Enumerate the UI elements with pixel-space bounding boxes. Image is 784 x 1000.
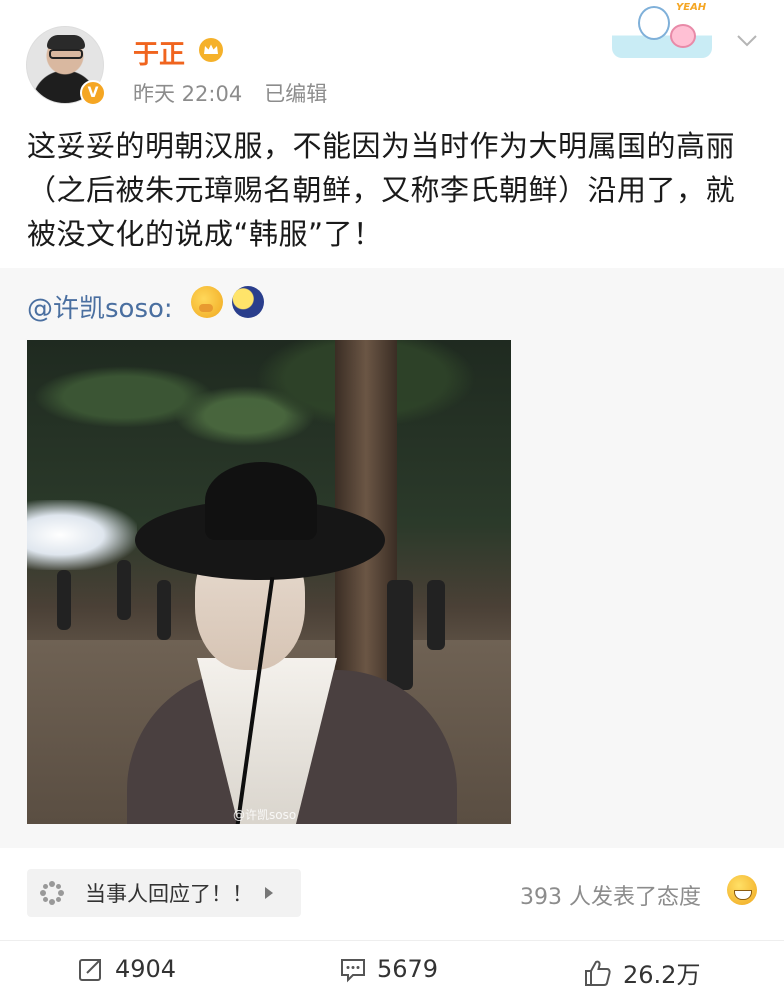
post-header: V 于正 昨天 22:04 已编辑 YEAH xyxy=(0,0,784,120)
post-text: 这妥妥的明朝汉服，不能因为当时作为大明属国的高丽（之后被朱元璋赐名朝鲜，又称李氏… xyxy=(27,129,736,251)
post-meta: 昨天 22:04 已编辑 xyxy=(133,78,327,108)
comment-icon xyxy=(341,959,365,983)
photo-background-person xyxy=(57,570,71,630)
thinking-emoji-icon xyxy=(191,286,223,318)
photo-background-person xyxy=(427,580,445,650)
attitude-count[interactable]: 393 人发表了态度 xyxy=(520,879,701,911)
repost-count: 4904 xyxy=(115,955,177,983)
action-bar: 4904 5679 26.2万 xyxy=(0,940,784,1000)
user-name[interactable]: 于正 xyxy=(133,34,185,71)
avatar-glasses xyxy=(49,49,83,59)
grin-emoji-icon xyxy=(727,875,757,905)
flower-icon xyxy=(40,881,64,905)
reaction-banner[interactable]: 当事人回应了！！ xyxy=(27,869,301,917)
edited-label: 已编辑 xyxy=(264,82,328,106)
crown-icon xyxy=(199,38,223,62)
comment-button[interactable]: 5679 xyxy=(339,955,438,983)
reaction-banner-label: 当事人回应了！！ xyxy=(85,882,253,906)
play-icon xyxy=(265,887,273,899)
decoration-sticker: YEAH xyxy=(612,2,712,58)
bunny-icon xyxy=(638,6,670,40)
repost-icon xyxy=(79,959,101,981)
verified-badge-icon: V xyxy=(80,80,106,106)
pig-icon xyxy=(670,24,696,48)
moon-emoji-icon xyxy=(232,286,264,318)
chevron-down-icon[interactable] xyxy=(736,34,758,48)
like-count: 26.2万 xyxy=(623,961,701,989)
photo-watermark: @许凯soso xyxy=(233,808,297,822)
repost-card[interactable]: @许凯soso: @许凯soso xyxy=(0,268,784,848)
like-button[interactable]: 26.2万 xyxy=(583,955,700,990)
avatar-hair xyxy=(47,35,85,49)
comment-count: 5679 xyxy=(377,955,439,983)
sticker-text: YEAH xyxy=(676,2,707,13)
photo-background-person xyxy=(117,560,131,620)
like-icon xyxy=(585,960,611,986)
photo-hat-crown xyxy=(205,462,317,540)
post-time: 昨天 22:04 xyxy=(133,82,243,106)
photo-background-person xyxy=(157,580,171,640)
photo-background-person xyxy=(387,580,413,690)
repost-author-mention[interactable]: @许凯soso: xyxy=(27,288,173,325)
repost-button[interactable]: 4904 xyxy=(77,955,176,983)
repost-photo[interactable]: @许凯soso xyxy=(27,340,511,824)
